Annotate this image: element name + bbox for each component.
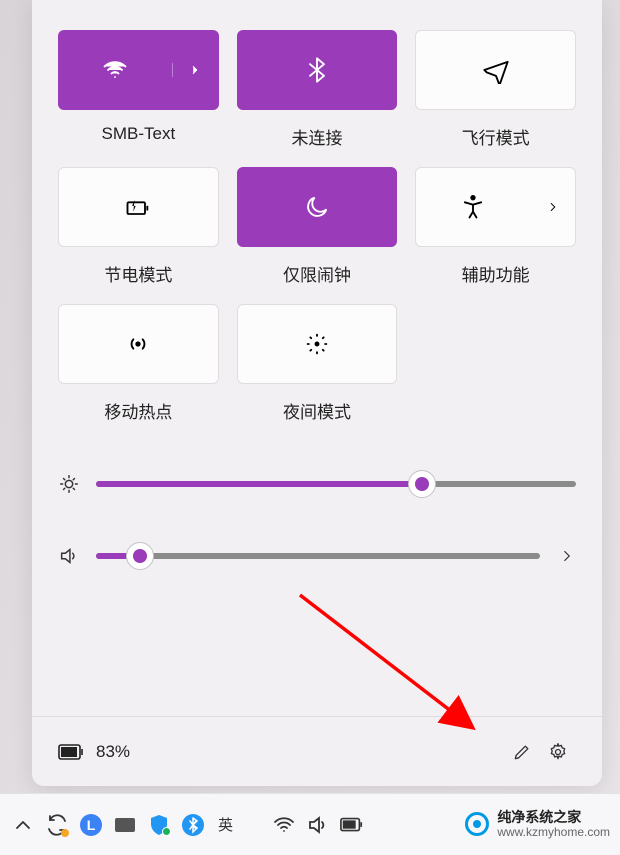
volume-thumb[interactable] xyxy=(126,542,154,570)
tile-label: SMB-Text xyxy=(101,124,175,144)
tile-battery-saver[interactable] xyxy=(58,167,219,247)
volume-slider-row xyxy=(58,545,576,567)
tray-expand-icon[interactable] xyxy=(10,812,36,838)
sliders xyxy=(58,473,576,567)
bluetooth-icon xyxy=(303,56,331,84)
tile-bluetooth[interactable] xyxy=(237,30,398,110)
tile-accessibility-wrap: 辅助功能 xyxy=(415,167,576,286)
watermark-title: 纯净系统之家 xyxy=(497,810,610,825)
battery-tray-icon[interactable] xyxy=(339,812,365,838)
hotspot-icon xyxy=(124,330,152,358)
volume-tray-icon[interactable] xyxy=(305,812,331,838)
battery-saver-icon xyxy=(124,193,152,221)
ime-indicator[interactable]: 英 xyxy=(218,814,233,835)
brightness-slider[interactable] xyxy=(96,481,576,487)
watermark: 纯净系统之家 www.kzmyhome.com xyxy=(465,810,610,839)
tile-label: 移动热点 xyxy=(104,398,172,423)
battery-text: 83% xyxy=(96,742,130,762)
tile-wifi-wrap: SMB-Text xyxy=(58,30,219,149)
tiles-grid: SMB-Text 未连接 飞行模式 节电模式 仅限闹钟 xyxy=(58,30,576,423)
volume-icon xyxy=(58,545,80,567)
tray-keyboard-icon[interactable] xyxy=(112,812,138,838)
svg-text:L: L xyxy=(87,817,96,833)
tile-label: 辅助功能 xyxy=(462,261,530,286)
chevron-right-icon xyxy=(188,63,202,77)
watermark-logo-icon xyxy=(465,812,489,836)
tile-accessibility[interactable] xyxy=(415,167,576,247)
volume-expand-icon[interactable] xyxy=(558,547,576,565)
tile-hotspot-wrap: 移动热点 xyxy=(58,304,219,423)
brightness-thumb[interactable] xyxy=(408,470,436,498)
tile-label: 节电模式 xyxy=(104,261,172,286)
panel-footer: 83% xyxy=(32,716,602,786)
tile-accessibility-expand[interactable] xyxy=(529,200,575,214)
bluetooth-tray-icon[interactable] xyxy=(180,812,206,838)
sync-icon[interactable] xyxy=(44,812,70,838)
tray-app-icon[interactable]: L xyxy=(78,812,104,838)
brightness-slider-row xyxy=(58,473,576,495)
tile-nightlight[interactable] xyxy=(237,304,398,384)
quick-settings-panel: SMB-Text 未连接 飞行模式 节电模式 仅限闹钟 xyxy=(32,0,602,786)
tile-label: 夜间模式 xyxy=(283,398,351,423)
tile-wifi-toggle[interactable] xyxy=(59,56,172,84)
battery-status[interactable]: 83% xyxy=(58,742,130,762)
security-icon[interactable] xyxy=(146,812,172,838)
moon-icon xyxy=(303,193,331,221)
tile-focus-wrap: 仅限闹钟 xyxy=(237,167,398,286)
tile-airplane-wrap: 飞行模式 xyxy=(415,30,576,149)
pencil-icon xyxy=(512,742,532,762)
tile-wifi-expand[interactable] xyxy=(172,63,218,77)
tile-accessibility-toggle[interactable] xyxy=(416,193,529,221)
tile-focus[interactable] xyxy=(237,167,398,247)
tile-label: 仅限闹钟 xyxy=(283,261,351,286)
nightlight-icon xyxy=(303,330,331,358)
brightness-icon xyxy=(58,473,80,495)
tile-airplane[interactable] xyxy=(415,30,576,110)
wifi-icon xyxy=(101,56,129,84)
settings-button[interactable] xyxy=(540,734,576,770)
wifi-tray-icon[interactable] xyxy=(271,812,297,838)
accessibility-icon xyxy=(459,193,487,221)
tile-battery-saver-wrap: 节电模式 xyxy=(58,167,219,286)
volume-slider[interactable] xyxy=(96,553,540,559)
tile-hotspot[interactable] xyxy=(58,304,219,384)
tile-nightlight-wrap: 夜间模式 xyxy=(237,304,398,423)
tile-label: 飞行模式 xyxy=(462,124,530,149)
tile-bluetooth-wrap: 未连接 xyxy=(237,30,398,149)
tile-wifi[interactable] xyxy=(58,30,219,110)
airplane-icon xyxy=(482,56,510,84)
taskbar: L 英 纯净系统之家 www.kzmyhome.com xyxy=(0,793,620,855)
tile-label: 未连接 xyxy=(291,124,342,149)
battery-icon xyxy=(58,743,84,761)
gear-icon xyxy=(548,742,568,762)
brightness-fill xyxy=(96,481,422,487)
chevron-right-icon xyxy=(546,200,560,214)
edit-button[interactable] xyxy=(504,734,540,770)
watermark-url: www.kzmyhome.com xyxy=(497,826,610,839)
